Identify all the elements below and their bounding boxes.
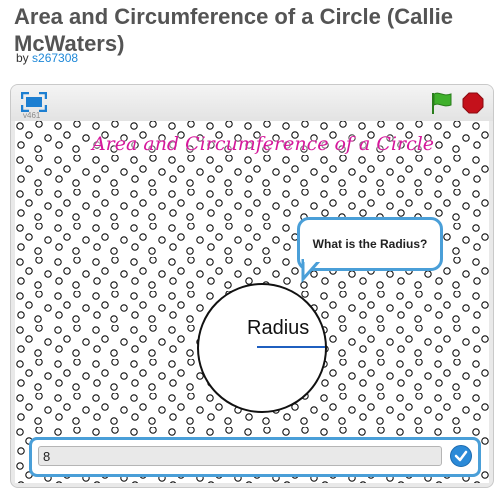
ask-answer-box <box>29 437 481 477</box>
player-controls: v461 <box>11 85 493 121</box>
stage-title-text: Area and Circumference of a Circle <box>91 133 435 155</box>
speech-bubble-tail <box>301 259 321 283</box>
project-player: v461 Area and Circumference of a Circle … <box>10 84 494 488</box>
stage[interactable]: Area and Circumference of a Circle What … <box>15 121 489 483</box>
byline: by s267308 <box>16 51 78 65</box>
radius-label: Radius <box>247 317 310 340</box>
fullscreen-icon[interactable] <box>20 91 48 113</box>
circle-sprite[interactable] <box>197 283 327 413</box>
green-flag-icon[interactable] <box>429 91 455 115</box>
answer-input[interactable] <box>38 446 442 466</box>
checkmark-icon[interactable] <box>450 445 472 467</box>
stop-icon[interactable] <box>462 92 484 114</box>
version-label: v461 <box>23 111 41 120</box>
project-title: Area and Circumference of a Circle (Call… <box>14 4 453 56</box>
by-label: by <box>16 51 29 65</box>
author-link[interactable]: s267308 <box>32 51 78 65</box>
radius-line <box>257 346 325 348</box>
